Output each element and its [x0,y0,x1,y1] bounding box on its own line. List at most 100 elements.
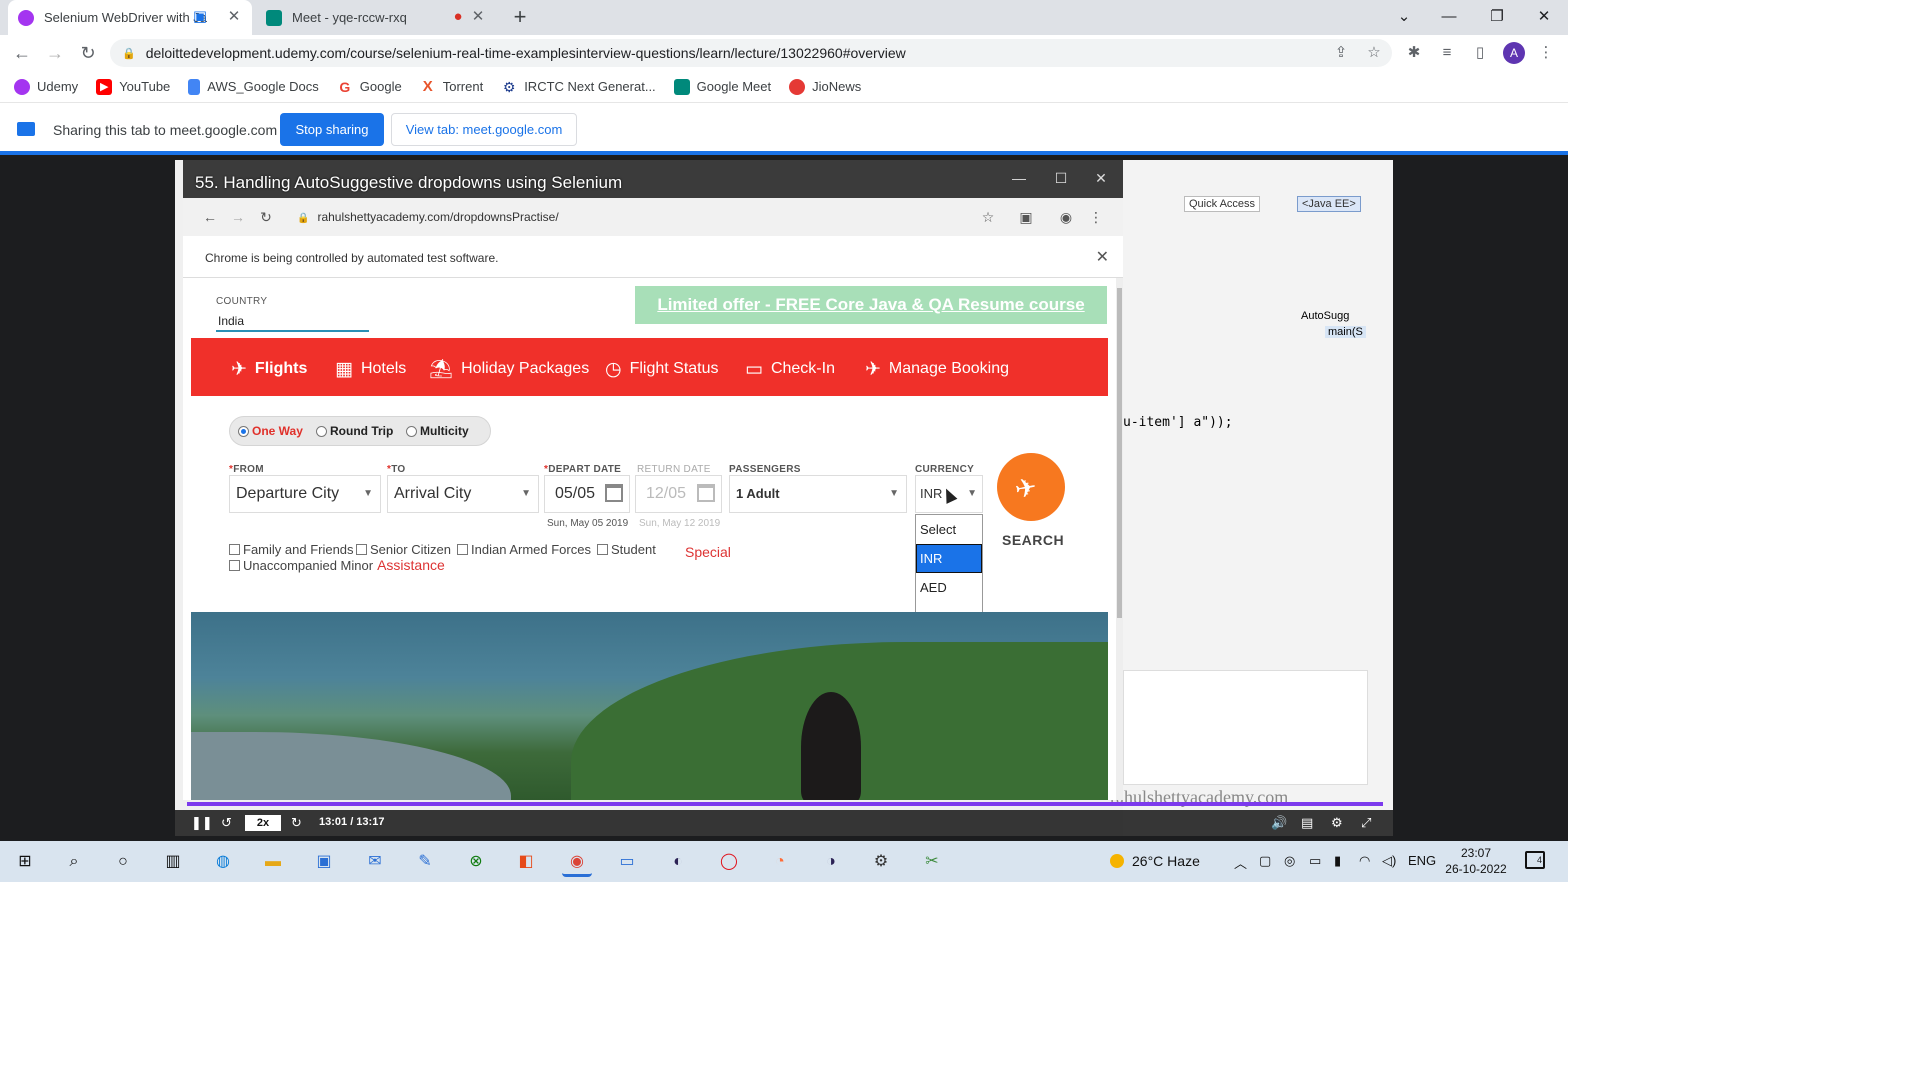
checkbox-icon [229,544,240,555]
hero-town [191,732,511,800]
opera-icon[interactable]: ◯ [714,847,744,877]
camera-tray-icon[interactable]: ◎ [1284,853,1295,869]
speaker-icon[interactable]: ◁) [1382,853,1396,869]
postman-icon[interactable]: ◔ [765,847,795,877]
radio-icon [316,425,327,437]
video-progress-bar[interactable] [187,802,1383,806]
snipping-tool-icon[interactable]: ✂ [917,847,947,877]
bookmark-irctc[interactable]: ⚙ IRCTC Next Generat... [501,79,656,95]
edge-icon[interactable]: ◍ [208,847,238,877]
meet-icon [266,9,282,26]
bookmark-star-icon[interactable]: ☆ [1364,43,1384,63]
chevron-down-icon: ▼ [889,488,899,499]
lock-icon: 🔒 [297,213,310,224]
nav-hotels: ▦ Hotels [335,358,407,380]
chrome-icon[interactable]: ◉ [562,847,592,877]
minimize-button[interactable]: — [1434,4,1464,30]
notification-icon[interactable]: 4 [1525,851,1545,869]
checkbox-unaccompanied-minor: Unaccompanied Minor Assistance [229,557,445,573]
passengers-label: PASSENGERS [729,464,801,475]
windows-start-icon[interactable]: ⊞ [10,847,40,877]
video-frame: Quick Access <Java EE> u-item'] a")); Au… [175,160,1393,836]
forward-icon[interactable]: ↻ [291,815,302,831]
forward-button[interactable]: → [42,40,68,66]
settings-app-icon[interactable]: ⚙ [866,847,896,877]
close-window-button[interactable]: ✕ [1529,4,1559,30]
bookmark-google-meet[interactable]: Google Meet [673,78,771,95]
trip-type-selector: One Way Round Trip Multicity [229,416,491,446]
pen-app-icon[interactable]: ✎ [410,847,440,877]
tab-udemy[interactable]: Selenium WebDriver with Ja ▣ ✕ [8,0,252,35]
bookmark-torrent[interactable]: X Torrent [420,78,483,95]
display-tray-icon[interactable]: ▭ [1309,853,1321,869]
outline-class: AutoSugg [1301,310,1350,322]
battery-icon[interactable]: ▮ [1334,853,1341,869]
tab-title: Selenium WebDriver with Ja [44,10,208,25]
meet-tray-icon[interactable]: ▢ [1259,853,1271,869]
calendar-icon [697,484,715,502]
weather-widget[interactable]: 26°C Haze [1110,853,1200,869]
menu-icon[interactable]: ⋮ [1536,43,1556,63]
quick-access-field: Quick Access [1184,196,1261,212]
side-panel-icon[interactable]: ▯ [1470,43,1490,63]
tray-chevron-icon[interactable]: ︿ [1234,853,1247,872]
tab-strip: Selenium WebDriver with Ja ▣ ✕ Meet - yq… [0,0,1568,35]
back-button[interactable]: ← [9,40,35,66]
wifi-icon[interactable]: ◠ [1359,853,1370,869]
settings-icon[interactable]: ⚙ [1331,815,1343,831]
reload-button[interactable]: ↻ [75,40,101,66]
inner-close-icon: ✕ [1095,170,1107,186]
address-bar[interactable]: 🔒 deloittedevelopment.udemy.com/course/s… [110,39,1392,67]
sharing-message: Sharing this tab to meet.google.com [53,122,278,138]
share-icon[interactable]: ⇪ [1331,43,1351,63]
stop-sharing-button[interactable]: Stop sharing [280,113,384,146]
system-clock[interactable]: 23:07 26-10-2022 [1437,845,1515,877]
bookmark-google[interactable]: G Google [337,79,401,95]
plane-icon: ✈ [1012,471,1040,505]
extensions-icon[interactable]: ✱ [1404,43,1424,63]
depart-date-text: Sun, May 05 2019 [547,518,629,529]
offer-banner: Limited offer - FREE Core Java & QA Resu… [635,286,1107,324]
cortana-icon[interactable]: ○ [108,847,138,877]
profile-avatar[interactable]: A [1503,42,1525,64]
inner-forward-icon: → [231,209,245,225]
mail-icon[interactable]: ✉ [360,847,390,877]
bookmark-udemy[interactable]: Udemy [14,78,78,95]
volume-icon[interactable]: 🔊 [1271,815,1287,831]
office-icon[interactable]: ◧ [511,847,541,877]
media-control-icon[interactable]: ≡ [1437,43,1457,63]
video-player[interactable]: ‹ › Quick Access <Java EE> u-item'] a"))… [0,155,1568,841]
maximize-button[interactable]: ❐ [1482,4,1512,30]
file-explorer-icon[interactable]: ▬ [258,847,288,877]
store-icon[interactable]: ▣ [309,847,339,877]
xbox-icon[interactable]: ⊗ [461,847,491,877]
bookmark-aws-google-docs[interactable]: AWS_Google Docs [188,78,319,95]
bookmark-youtube[interactable]: ▶ YouTube [96,78,170,95]
fullscreen-icon[interactable]: ⤢ [1361,815,1371,831]
view-tab-button[interactable]: View tab: meet.google.com [391,113,577,146]
captions-icon[interactable]: ▤ [1301,815,1313,831]
pause-icon[interactable]: ❚❚ [191,815,213,831]
docs-icon [188,78,201,95]
close-tab-icon[interactable]: ✕ [470,9,486,25]
automation-notice: Chrome is being controlled by automated … [183,236,1123,278]
currency-option: Select [920,522,957,537]
depart-date-label: *DEPART DATE [544,464,622,475]
remote-desktop-icon[interactable]: ▭ [612,847,642,877]
task-view-icon[interactable]: ▥ [158,847,188,877]
currency-label: CURRENCY [915,464,975,475]
eclipse-icon[interactable]: ◐ [663,847,693,877]
tab-search-button[interactable]: ⌄ [1389,4,1419,30]
chevron-down-icon: ▼ [363,488,373,499]
language-indicator[interactable]: ENG [1408,853,1436,868]
tab-meet[interactable]: Meet - yqe-rccw-rxq ● ✕ [256,0,496,35]
rewind-icon[interactable]: ↺ [221,815,232,831]
close-tab-icon[interactable]: ✕ [226,9,242,25]
video-controls: ❚❚ ↺ 2x ↻ 13:01 / 13:17 🔊 ▤ ⚙ ⤢ [175,810,1393,836]
radio-round-trip: Round Trip [316,424,393,438]
new-tab-button[interactable]: + [508,5,532,29]
playback-speed-button[interactable]: 2x [245,815,281,831]
bookmark-jionews[interactable]: JioNews [789,78,861,95]
search-icon[interactable]: ⌕ [59,847,89,877]
eclipse-ee-icon[interactable]: ◑ [816,847,846,877]
